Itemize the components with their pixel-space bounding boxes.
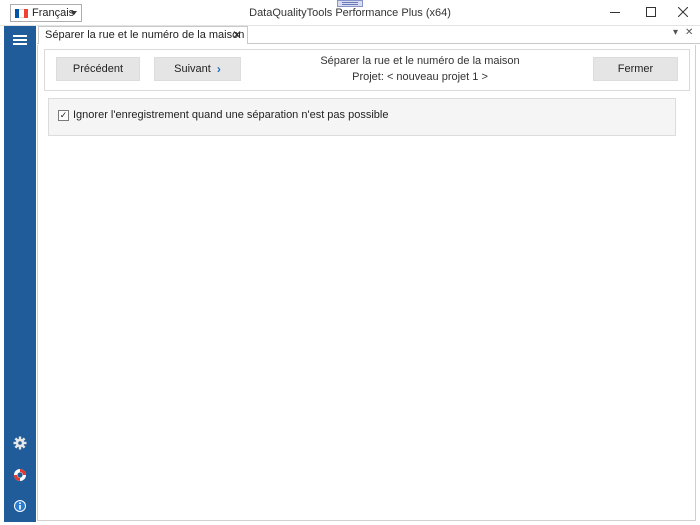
window-title: DataQualityTools Performance Plus (x64) [249,7,451,19]
close-tab-icon[interactable]: ✕ [232,27,242,43]
page-title: Séparer la rue et le numéro de la maison [320,55,520,67]
minimize-icon [610,12,620,13]
next-button[interactable]: Suivant › [154,57,241,81]
close-icon [678,7,688,17]
minimize-button[interactable] [598,0,632,24]
lifebuoy-icon [14,469,26,481]
next-label: Suivant [174,63,211,75]
close-window-button[interactable] [666,0,700,24]
menu-button[interactable] [10,30,30,50]
chevron-right-icon: › [216,62,221,76]
tab-strip: Séparer la rue et le numéro de la maison… [37,26,700,44]
menu-icon [13,35,27,45]
ignore-record-label[interactable]: Ignorer l'enregistrement quand une sépar… [73,109,388,121]
content-area: Précédent Suivant › Séparer la rue et le… [37,45,696,521]
close-all-tabs-icon[interactable]: ✕ [685,27,693,38]
sidebar [4,26,36,522]
help-button[interactable] [10,465,30,485]
tab-label: Séparer la rue et le numéro de la maison [45,29,245,41]
ignore-record-checkbox[interactable]: ✓ [58,110,69,121]
maximize-button[interactable] [634,0,668,24]
settings-button[interactable] [10,433,30,453]
previous-button[interactable]: Précédent [56,57,140,81]
close-button[interactable]: Fermer [593,57,678,81]
tab-list-dropdown-icon[interactable]: ▾ [673,27,678,38]
gear-icon [13,436,27,450]
maximize-icon [646,7,656,17]
tab-separate-street[interactable]: Séparer la rue et le numéro de la maison… [38,26,248,44]
info-icon [14,500,26,512]
options-panel: ✓ Ignorer l'enregistrement quand une sép… [48,98,676,136]
info-button[interactable] [10,496,30,516]
drag-grip-icon[interactable] [337,0,363,7]
title-bar: Français DataQualityTools Performance Pl… [0,0,700,26]
navigation-panel: Précédent Suivant › Séparer la rue et le… [44,49,690,91]
project-subtitle: Projet: < nouveau projet 1 > [352,71,488,83]
